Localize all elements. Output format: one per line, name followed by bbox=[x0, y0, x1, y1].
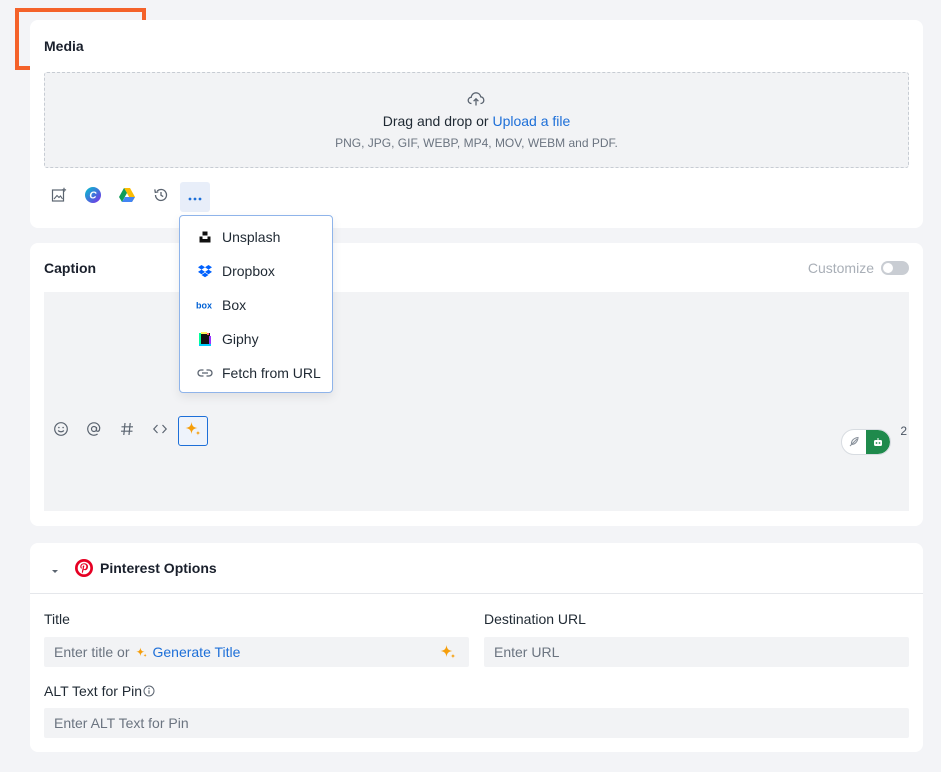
ai-sparkle-button[interactable] bbox=[178, 416, 208, 446]
image-add-button[interactable] bbox=[44, 182, 74, 212]
alt-text-input[interactable]: Enter ALT Text for Pin bbox=[44, 708, 909, 738]
more-icon bbox=[187, 188, 203, 206]
info-icon[interactable] bbox=[143, 684, 155, 702]
dropzone-formats: PNG, JPG, GIF, WEBP, MP4, MOV, WEBM and … bbox=[335, 136, 618, 150]
caption-card: Caption Customize 2 bbox=[30, 243, 923, 526]
upload-file-link[interactable]: Upload a file bbox=[492, 113, 570, 129]
history-icon bbox=[153, 187, 169, 208]
dropbox-icon bbox=[196, 262, 214, 280]
menu-item-label: Dropbox bbox=[222, 263, 275, 279]
pinterest-options-title: Pinterest Options bbox=[100, 560, 217, 576]
pinterest-options-header[interactable]: Pinterest Options bbox=[30, 543, 923, 594]
ai-assistant-pill[interactable] bbox=[841, 429, 891, 455]
customize-label: Customize bbox=[807, 260, 874, 276]
menu-item-giphy[interactable]: Giphy bbox=[180, 322, 332, 356]
caption-toolbar bbox=[46, 416, 211, 446]
menu-item-label: Giphy bbox=[222, 331, 259, 347]
media-dropzone[interactable]: Drag and drop or Upload a file PNG, JPG,… bbox=[44, 72, 909, 168]
menu-item-box[interactable]: box Box bbox=[180, 288, 332, 322]
menu-item-unsplash[interactable]: Unsplash bbox=[180, 220, 332, 254]
more-sources-button[interactable] bbox=[180, 182, 210, 212]
media-card: Media Drag and drop or Upload a file PNG… bbox=[30, 20, 923, 228]
canva-icon: C bbox=[84, 186, 102, 209]
google-drive-button[interactable] bbox=[112, 182, 142, 212]
menu-item-label: Unsplash bbox=[222, 229, 281, 245]
hashtag-icon bbox=[119, 421, 135, 442]
caption-textarea[interactable] bbox=[44, 292, 909, 511]
emoji-button[interactable] bbox=[46, 416, 76, 446]
generate-title-link[interactable]: Generate Title bbox=[152, 644, 240, 660]
sparkle-icon bbox=[135, 646, 148, 659]
customize-toggle-group[interactable]: Customize bbox=[808, 260, 909, 276]
ai-sparkle-icon bbox=[184, 420, 202, 443]
emoji-icon bbox=[53, 421, 69, 442]
hashtag-button[interactable] bbox=[112, 416, 142, 446]
link-icon bbox=[196, 364, 214, 382]
menu-item-label: Box bbox=[222, 297, 247, 313]
feather-icon[interactable] bbox=[842, 430, 866, 454]
alt-text-placeholder: Enter ALT Text for Pin bbox=[54, 715, 189, 731]
history-button[interactable] bbox=[146, 182, 176, 212]
ai-sparkle-icon[interactable] bbox=[439, 643, 457, 664]
code-button[interactable] bbox=[145, 416, 175, 446]
media-toolbar: C bbox=[44, 182, 214, 212]
menu-item-fetch-url[interactable]: Fetch from URL bbox=[180, 356, 332, 390]
canva-button[interactable]: C bbox=[78, 182, 108, 212]
destination-url-input[interactable]: Enter URL bbox=[484, 637, 909, 667]
cloud-upload-icon bbox=[467, 91, 485, 112]
customize-toggle[interactable] bbox=[881, 261, 909, 275]
menu-item-dropbox[interactable]: Dropbox bbox=[180, 254, 332, 288]
svg-text:box: box bbox=[196, 301, 212, 311]
box-icon: box bbox=[196, 296, 214, 314]
destination-url-placeholder: Enter URL bbox=[494, 644, 560, 660]
giphy-icon bbox=[196, 330, 214, 348]
alt-text-label: ALT Text for Pin bbox=[44, 683, 143, 699]
menu-item-label: Fetch from URL bbox=[222, 365, 321, 381]
mention-icon bbox=[86, 421, 102, 442]
bot-icon[interactable] bbox=[866, 430, 890, 454]
unsplash-icon bbox=[196, 228, 214, 246]
caret-down-icon[interactable] bbox=[50, 563, 60, 581]
image-add-icon bbox=[51, 187, 67, 208]
pin-title-input[interactable]: Enter title or Generate Title bbox=[44, 637, 469, 667]
caption-title: Caption bbox=[44, 260, 97, 276]
dropzone-prompt: Drag and drop or bbox=[382, 113, 489, 129]
pinterest-icon bbox=[74, 558, 94, 583]
google-drive-icon bbox=[118, 187, 136, 208]
mention-button[interactable] bbox=[79, 416, 109, 446]
character-count: 2 bbox=[900, 424, 907, 438]
more-sources-dropdown: Unsplash Dropbox box Box Giphy Fetch fro… bbox=[179, 215, 333, 393]
title-label: Title bbox=[44, 611, 70, 627]
destination-url-label: Destination URL bbox=[484, 611, 586, 627]
pinterest-options-card: Pinterest Options Title Enter title or G… bbox=[30, 543, 923, 752]
title-placeholder: Enter title or bbox=[54, 644, 130, 660]
code-icon bbox=[152, 421, 168, 442]
svg-text:C: C bbox=[89, 190, 97, 201]
media-title: Media bbox=[44, 38, 84, 54]
